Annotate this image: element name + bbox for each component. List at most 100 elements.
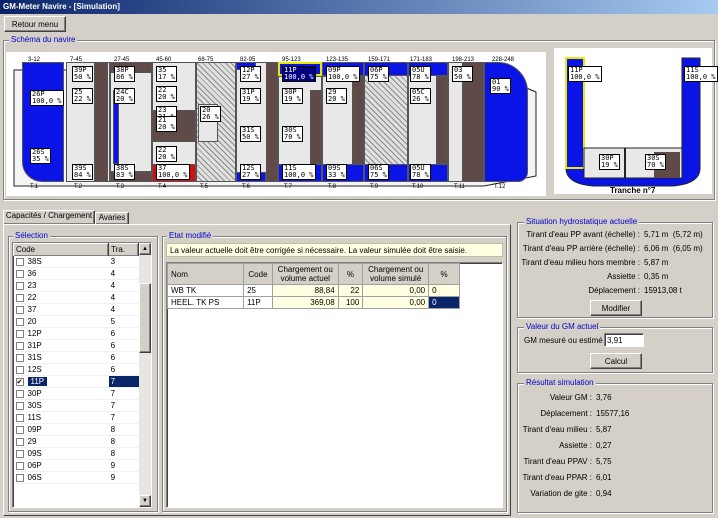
row-checkbox[interactable] — [15, 389, 24, 398]
selection-row[interactable]: 29 8 — [13, 435, 139, 448]
row-checkbox[interactable] — [15, 365, 24, 374]
compartment-label-20[interactable]: 20 26 % — [200, 106, 221, 122]
compartment-label-24c[interactable]: 24C 20 % — [114, 88, 135, 104]
compartment-label-25[interactable]: 25 22 % — [72, 88, 93, 104]
row-checkbox[interactable]: ✔ — [15, 377, 24, 386]
calc-button[interactable]: Calcul — [590, 353, 642, 369]
compartment-label-11p[interactable]: 11P 100,0 % — [282, 66, 316, 82]
selection-scrollbar[interactable]: ▲ ▼ — [139, 243, 151, 507]
tab-avaries[interactable]: Avaries — [95, 212, 129, 224]
compartment-label-05u[interactable]: 05U 78 % — [410, 66, 431, 82]
etat-row[interactable]: WB TK 25 88,84 22 0,00 0 — [166, 284, 460, 297]
tab-capacites[interactable]: Capacités / Chargement — [3, 210, 95, 224]
selection-row[interactable]: 09P 8 — [13, 423, 139, 436]
selection-row[interactable]: 06P 9 — [13, 459, 139, 472]
compartment-label-05c[interactable]: 05C 26 % — [410, 88, 431, 104]
compartment-label-35[interactable]: 35 17 % — [156, 66, 177, 82]
compartment-label-06p[interactable]: 06P 75 % — [368, 66, 389, 82]
selection-row[interactable]: 20 5 — [13, 315, 139, 328]
etat-row[interactable]: HEEL. TK PS 11P 369,08 100 0,00 0 — [166, 296, 460, 309]
row-checkbox[interactable] — [15, 317, 24, 326]
row-checkbox[interactable] — [15, 353, 24, 362]
row-checkbox[interactable] — [15, 305, 24, 314]
etat-cell-actuel[interactable]: 88,84 — [271, 284, 339, 297]
section-label-30p[interactable]: 30P 19 % — [599, 154, 620, 170]
compartment-label-21[interactable]: 21 20 % — [156, 116, 177, 132]
row-checkbox[interactable] — [15, 449, 24, 458]
row-checkbox[interactable] — [15, 281, 24, 290]
etat-cell-simule[interactable]: 0,00 — [362, 284, 430, 297]
back-menu-button[interactable]: Retour menu — [4, 16, 66, 32]
compartment-label-26s[interactable]: 26S 35 % — [30, 148, 51, 164]
compartment-label-06s[interactable]: 06S 75 % — [368, 164, 389, 180]
selection-row[interactable]: 09S 8 — [13, 447, 139, 460]
col-header-code[interactable]: Code — [13, 243, 110, 256]
selection-row[interactable]: 31S 6 — [13, 351, 139, 364]
gm-input[interactable] — [604, 333, 644, 347]
compartment-26[interactable] — [22, 62, 64, 182]
compartment-label-22[interactable]: 22 20 % — [156, 86, 177, 102]
compartment-label-09p[interactable]: 09P 100,0 % — [326, 66, 360, 82]
row-checkbox[interactable] — [15, 341, 24, 350]
row-checkbox[interactable] — [15, 269, 24, 278]
compartment-label-05u[interactable]: 05U 78 % — [410, 164, 431, 180]
section-label-30s[interactable]: 30S 70 % — [645, 154, 666, 170]
etat-cell-actuel[interactable]: 369,08 — [271, 296, 339, 309]
selection-row[interactable]: ✔ 11P 7 — [13, 375, 139, 388]
etat-cell-simule[interactable]: 0,00 — [362, 296, 430, 309]
selection-row[interactable]: 30S 7 — [13, 399, 139, 412]
etat-cell-pct2[interactable]: 0 — [428, 296, 460, 309]
compartment-label-37[interactable]: 37 100,0 % — [156, 164, 190, 180]
row-checkbox[interactable] — [15, 437, 24, 446]
compartment-label-31s[interactable]: 31S 50 % — [240, 126, 261, 142]
etat-cell-pct2[interactable]: 0 — [428, 284, 460, 297]
compartment-39[interactable] — [94, 62, 108, 182]
etat-cell-pct[interactable]: 100 — [337, 296, 364, 309]
row-checkbox[interactable] — [15, 461, 24, 470]
row-checkbox[interactable] — [15, 329, 24, 338]
section-number: T.10 — [412, 184, 424, 190]
section-label-11s[interactable]: 11S 100,0 % — [684, 66, 718, 82]
compartment-label-30s[interactable]: 30S 70 % — [282, 126, 303, 142]
scroll-thumb[interactable] — [139, 283, 151, 353]
row-checkbox[interactable] — [15, 473, 24, 482]
compartment-label-22[interactable]: 22 20 % — [156, 146, 177, 162]
selection-row[interactable]: 06S 9 — [13, 471, 139, 484]
row-checkbox[interactable] — [15, 401, 24, 410]
selection-row[interactable]: 30P 7 — [13, 387, 139, 400]
compartment-label-39s[interactable]: 39S 84 % — [72, 164, 93, 180]
row-checkbox[interactable] — [15, 425, 24, 434]
row-checkbox[interactable] — [15, 293, 24, 302]
selection-list[interactable]: Code Tra. 38S 3 36 4 23 4 22 4 37 4 20 5 12P 6 31P 6 31S… — [12, 242, 152, 508]
selection-row[interactable]: 36 4 — [13, 267, 139, 280]
selection-row[interactable]: 12P 6 — [13, 327, 139, 340]
compartment-label-12p[interactable]: 12P 27 % — [240, 66, 261, 82]
row-checkbox[interactable] — [15, 257, 24, 266]
compartment-label-38p[interactable]: 38P 86 % — [114, 66, 135, 82]
selection-row[interactable]: 23 4 — [13, 279, 139, 292]
etat-cell-pct[interactable]: 22 — [337, 284, 364, 297]
compartment-label-01[interactable]: 01 90 % — [490, 78, 511, 94]
section-label-11p[interactable]: 11P 100,0 % — [568, 66, 602, 82]
row-checkbox[interactable] — [15, 413, 24, 422]
compartment-label-30p[interactable]: 30P 19 % — [282, 88, 303, 104]
selection-row[interactable]: 38S 3 — [13, 255, 139, 268]
selection-row[interactable]: 37 4 — [13, 303, 139, 316]
compartment-label-09s[interactable]: 09S 33 % — [326, 164, 347, 180]
selection-row[interactable]: 12S 6 — [13, 363, 139, 376]
compartment-label-29[interactable]: 29 20 % — [326, 88, 347, 104]
compartment-label-39p[interactable]: 39P 50 % — [72, 66, 93, 82]
compartment-label-26p[interactable]: 26P 100,0 % — [30, 90, 64, 106]
col-header-tra[interactable]: Tra. — [108, 243, 139, 256]
scroll-down-icon[interactable]: ▼ — [139, 495, 151, 507]
compartment-label-03[interactable]: 03 50 % — [452, 66, 473, 82]
selection-row[interactable]: 22 4 — [13, 291, 139, 304]
compartment-label-12s[interactable]: 12S 27 % — [240, 164, 261, 180]
selection-row[interactable]: 31P 6 — [13, 339, 139, 352]
scroll-up-icon[interactable]: ▲ — [139, 243, 151, 255]
selection-row[interactable]: 11S 7 — [13, 411, 139, 424]
compartment-label-38s[interactable]: 38S 83 % — [114, 164, 135, 180]
compartment-label-11s[interactable]: 11S 100,0 % — [282, 164, 316, 180]
compartment-label-31p[interactable]: 31P 19 % — [240, 88, 261, 104]
modify-button[interactable]: Modifier — [590, 300, 642, 316]
